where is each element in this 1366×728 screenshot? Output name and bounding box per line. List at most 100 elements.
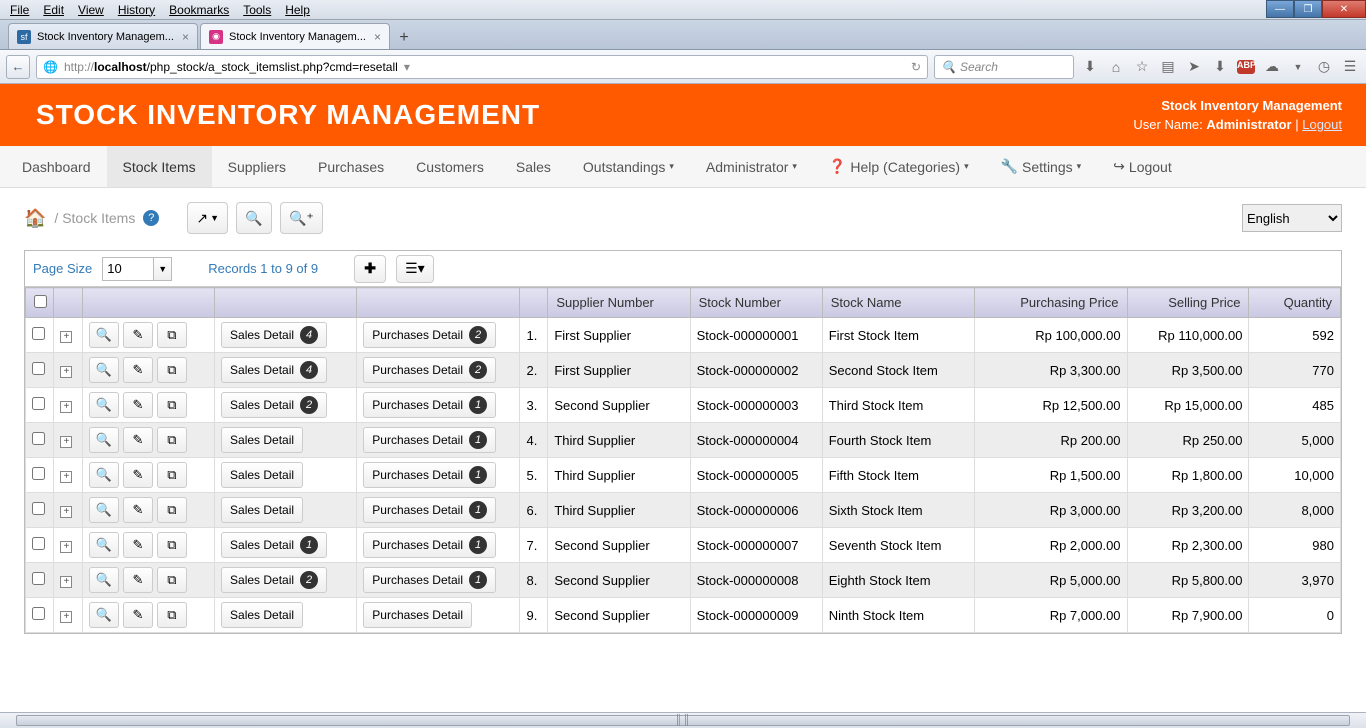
purchases-detail-button[interactable]: Purchases Detail2 — [363, 357, 496, 383]
dropdown-icon[interactable]: ▾ — [404, 60, 410, 74]
browser-tab[interactable]: sfStock Inventory Managem...× — [8, 23, 198, 49]
nav-sales[interactable]: Sales — [500, 146, 567, 187]
col-header[interactable]: Stock Name — [822, 288, 974, 318]
library-icon[interactable]: ▤ — [1158, 57, 1178, 77]
add-row-button[interactable]: ✚ — [354, 255, 386, 283]
edit-row-button[interactable]: ✎ — [123, 392, 153, 418]
copy-row-button[interactable]: ⧉ — [157, 322, 187, 348]
copy-row-button[interactable]: ⧉ — [157, 462, 187, 488]
view-row-button[interactable]: 🔍 — [89, 602, 119, 628]
view-row-button[interactable]: 🔍 — [89, 497, 119, 523]
edit-row-button[interactable]: ✎ — [123, 357, 153, 383]
address-bar[interactable]: 🌐 http://localhost/php_stock/a_stock_ite… — [36, 55, 928, 79]
edit-row-button[interactable]: ✎ — [123, 322, 153, 348]
purchases-detail-button[interactable]: Purchases Detail1 — [363, 392, 496, 418]
edit-row-button[interactable]: ✎ — [123, 497, 153, 523]
expand-row-icon[interactable]: + — [60, 366, 72, 378]
nav-stock-items[interactable]: Stock Items — [107, 146, 212, 187]
nav-logout[interactable]: ↪Logout — [1097, 146, 1188, 187]
expand-row-icon[interactable]: + — [60, 401, 72, 413]
expand-row-icon[interactable]: + — [60, 611, 72, 623]
window-minimize-button[interactable]: — — [1266, 0, 1294, 18]
os-menu-view[interactable]: View — [72, 1, 110, 19]
nav-suppliers[interactable]: Suppliers — [212, 146, 302, 187]
sales-detail-button[interactable]: Sales Detail — [221, 497, 303, 523]
sales-detail-button[interactable]: Sales Detail4 — [221, 357, 327, 383]
bookmark-star-icon[interactable]: ☆ — [1132, 57, 1152, 77]
edit-row-button[interactable]: ✎ — [123, 567, 153, 593]
reload-icon[interactable]: ↻ — [911, 60, 921, 74]
page-size-input[interactable] — [102, 257, 154, 281]
close-tab-icon[interactable]: × — [182, 30, 189, 44]
hamburger-menu-icon[interactable]: ☰ — [1340, 57, 1360, 77]
view-row-button[interactable]: 🔍 — [89, 392, 119, 418]
sales-detail-button[interactable]: Sales Detail — [221, 427, 303, 453]
sales-detail-button[interactable]: Sales Detail1 — [221, 532, 327, 558]
adblock-icon[interactable]: ABP — [1236, 57, 1256, 77]
help-icon[interactable]: ? — [143, 210, 159, 226]
nav-outstandings[interactable]: Outstandings▾ — [567, 146, 690, 187]
row-checkbox[interactable] — [32, 572, 45, 585]
col-header[interactable] — [54, 288, 82, 318]
copy-row-button[interactable]: ⧉ — [157, 497, 187, 523]
sales-detail-button[interactable]: Sales Detail2 — [221, 392, 327, 418]
expand-row-icon[interactable]: + — [60, 436, 72, 448]
row-checkbox[interactable] — [32, 362, 45, 375]
view-row-button[interactable]: 🔍 — [89, 532, 119, 558]
copy-row-button[interactable]: ⧉ — [157, 602, 187, 628]
purchases-detail-button[interactable]: Purchases Detail1 — [363, 532, 496, 558]
nav-purchases[interactable]: Purchases — [302, 146, 400, 187]
edit-row-button[interactable]: ✎ — [123, 427, 153, 453]
row-checkbox[interactable] — [32, 607, 45, 620]
copy-row-button[interactable]: ⧉ — [157, 392, 187, 418]
col-header[interactable] — [519, 288, 547, 318]
export-button[interactable]: ↗ ▼ — [187, 202, 228, 234]
search-button[interactable]: 🔍 — [236, 202, 272, 234]
os-menu-file[interactable]: File — [4, 1, 35, 19]
home-icon[interactable]: 🏠 — [24, 208, 46, 229]
row-checkbox[interactable] — [32, 467, 45, 480]
expand-row-icon[interactable]: + — [60, 471, 72, 483]
edit-row-button[interactable]: ✎ — [123, 602, 153, 628]
expand-row-icon[interactable]: + — [60, 506, 72, 518]
col-header[interactable] — [215, 288, 357, 318]
purchases-detail-button[interactable]: Purchases Detail1 — [363, 462, 496, 488]
window-close-button[interactable]: ✕ — [1322, 0, 1366, 18]
sales-detail-button[interactable]: Sales Detail — [221, 462, 303, 488]
advanced-search-button[interactable]: 🔍⁺ — [280, 202, 323, 234]
os-menu-edit[interactable]: Edit — [37, 1, 70, 19]
sales-detail-button[interactable]: Sales Detail2 — [221, 567, 327, 593]
col-header[interactable]: Stock Number — [690, 288, 822, 318]
view-row-button[interactable]: 🔍 — [89, 427, 119, 453]
edit-row-button[interactable]: ✎ — [123, 462, 153, 488]
edit-row-button[interactable]: ✎ — [123, 532, 153, 558]
view-row-button[interactable]: 🔍 — [89, 322, 119, 348]
os-menu-bookmarks[interactable]: Bookmarks — [163, 1, 235, 19]
nav-settings[interactable]: 🔧Settings▾ — [985, 146, 1098, 187]
back-button[interactable]: ← — [6, 55, 30, 79]
copy-row-button[interactable]: ⧉ — [157, 567, 187, 593]
nav-administrator[interactable]: Administrator▾ — [690, 146, 813, 187]
expand-row-icon[interactable]: + — [60, 541, 72, 553]
row-checkbox[interactable] — [32, 397, 45, 410]
horizontal-scrollbar[interactable]: ║║ — [0, 712, 1366, 728]
page-size-dropdown[interactable]: ▼ — [154, 257, 172, 281]
expand-row-icon[interactable]: + — [60, 576, 72, 588]
col-header[interactable]: Selling Price — [1127, 288, 1249, 318]
sales-detail-button[interactable]: Sales Detail4 — [221, 322, 327, 348]
view-row-button[interactable]: 🔍 — [89, 357, 119, 383]
nav-customers[interactable]: Customers — [400, 146, 500, 187]
browser-search-input[interactable]: 🔍 Search — [934, 55, 1074, 79]
view-row-button[interactable]: 🔍 — [89, 567, 119, 593]
col-header[interactable] — [26, 288, 54, 318]
nav-help-categories-[interactable]: ❓Help (Categories)▾ — [813, 146, 985, 187]
row-checkbox[interactable] — [32, 327, 45, 340]
purchases-detail-button[interactable]: Purchases Detail1 — [363, 427, 496, 453]
nav-dashboard[interactable]: Dashboard — [6, 146, 107, 187]
copy-row-button[interactable]: ⧉ — [157, 427, 187, 453]
purchases-detail-button[interactable]: Purchases Detail1 — [363, 567, 496, 593]
language-select[interactable]: English — [1242, 204, 1342, 232]
dropdown-caret-icon[interactable]: ▼ — [1288, 57, 1308, 77]
select-all-checkbox[interactable] — [34, 295, 47, 308]
browser-tab[interactable]: ◉Stock Inventory Managem...× — [200, 23, 390, 49]
